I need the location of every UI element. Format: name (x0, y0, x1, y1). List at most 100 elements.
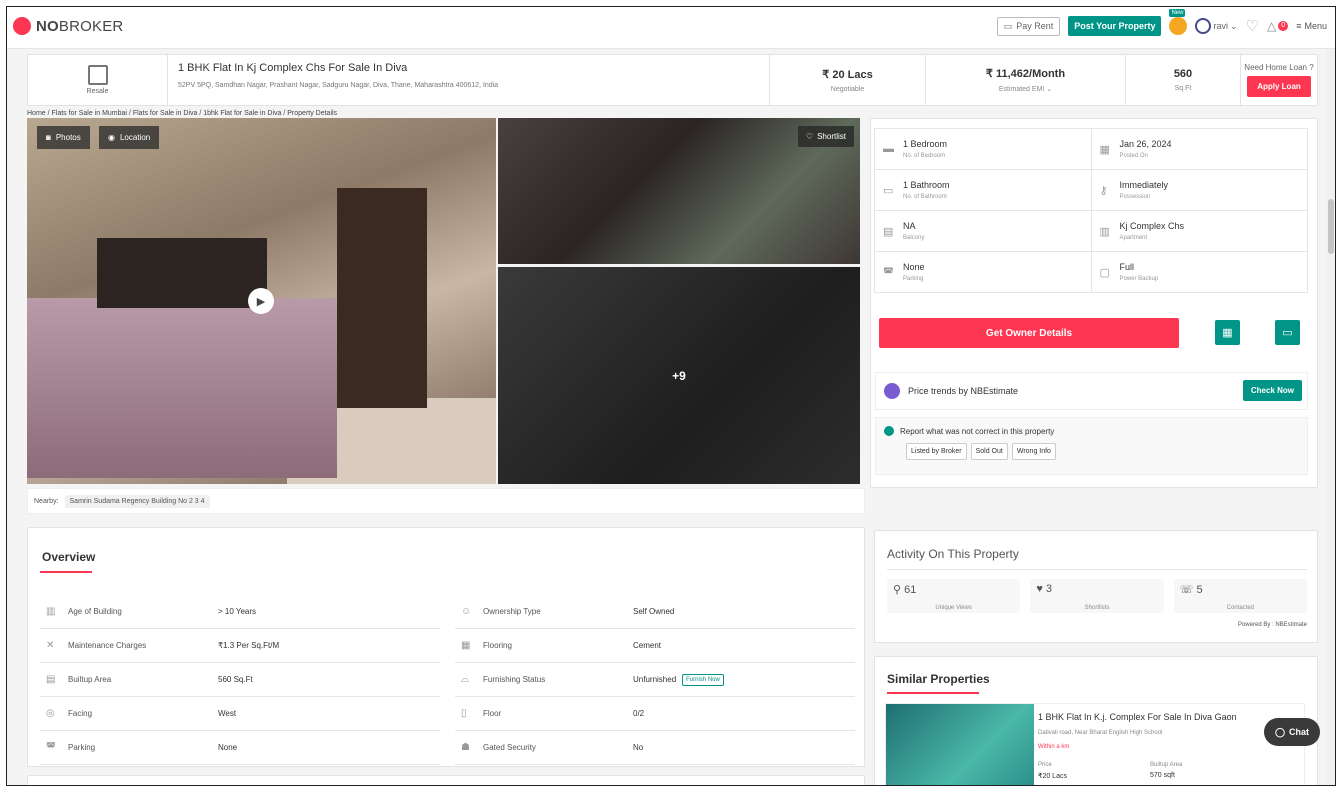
similar-property-price: ₹20 Lacs (1038, 773, 1067, 780)
top-navbar: NOBROKER ▭ Pay Rent Post Your Property Ne… (7, 7, 1335, 49)
more-photos-count: +9 (672, 368, 686, 383)
report-sold-out-button[interactable]: Sold Out (970, 443, 1008, 460)
detail-bedroom: ▬ 1 Bedroom No. of Bedroom (874, 128, 1092, 170)
property-type: Resale (28, 55, 168, 105)
detail-possession: ⚷ Immediately Possession (1090, 169, 1308, 211)
card-icon: ▭ (1003, 20, 1013, 31)
overview-section: Overview ▥ Age of Building > 10 Years ☺ Own… (27, 527, 865, 767)
person-icon: ⚲ (893, 584, 905, 596)
overview-grid: ▥ Age of Building > 10 Years ☺ Ownership Ty… (40, 595, 855, 765)
photos-label: Photos (55, 133, 81, 142)
similar-properties-section: Similar Properties 1 BHK Flat In K.j. Co… (874, 656, 1318, 785)
overview-row: ✕ Maintenance Charges ₹1.3 Per Sq.Ft/M (40, 629, 440, 663)
page-scrollbar[interactable] (1327, 49, 1335, 785)
activity-section: Activity On This Property ⚲ 61 Unique Vie… (874, 530, 1318, 643)
heart-icon[interactable]: ♡ (1246, 17, 1259, 35)
battery-icon: ▢ (1099, 266, 1110, 279)
user-menu[interactable]: ravi ⌄ (1195, 18, 1238, 34)
similar-property-image (886, 704, 1034, 785)
kitchen-photo[interactable]: ♡ Shortlist (498, 118, 860, 264)
similar-property-card[interactable]: 1 BHK Flat In K.j. Complex For Sale In D… (885, 703, 1305, 785)
nav-right: ▭ Pay Rent Post Your Property New ravi ⌄ ♡… (996, 9, 1327, 36)
building-icon: ▥ (1099, 225, 1110, 238)
more-photos[interactable]: +9 (498, 267, 860, 484)
similar-property-area: 570 sqft (1150, 772, 1175, 779)
detail-posted-on: ▦ Jan 26, 2024 Posted On (1090, 128, 1308, 170)
detail-power-backup: ▢ Full Power Backup (1090, 251, 1308, 293)
detail-balcony: ▤ NA Balcony (874, 210, 1092, 252)
chat-label: Chat (1289, 727, 1310, 737)
price-sub: Negotiable (830, 85, 865, 93)
browser-frame: NOBROKER ▭ Pay Rent Post Your Property Ne… (6, 6, 1336, 786)
main-photo[interactable]: ◙ Photos ◉ Location ▶ (27, 118, 496, 484)
overview-row: ▯ Floor 0/2 (455, 697, 855, 731)
price-value: ₹ 20 Lacs (822, 68, 873, 81)
notification-button[interactable]: △ 0 (1266, 19, 1289, 33)
grid-icon: ▦ (461, 640, 471, 651)
notification-count: 0 (1278, 21, 1289, 31)
loan-question: Need Home Loan ? (1244, 63, 1314, 72)
report-listed-by-broker-button[interactable]: Listed by Broker (906, 443, 967, 460)
chat-bubble-icon: ◯ (1274, 726, 1286, 737)
sofa-icon: ⌓ (461, 674, 469, 685)
guard-icon: ☗ (461, 742, 470, 753)
chat-button[interactable]: ◯ Chat (1264, 718, 1320, 746)
photos-button[interactable]: ◙ Photos (37, 126, 90, 149)
property-details-panel: ▬ 1 Bedroom No. of Bedroom ▦ Jan 26, 2024 Po… (870, 118, 1318, 488)
pay-rent-button[interactable]: ▭ Pay Rent (996, 16, 1061, 36)
similar-title: Similar Properties (887, 672, 990, 686)
calendar-icon: ▦ (1099, 143, 1110, 156)
bell-icon: △ (1266, 19, 1277, 33)
logo-rest-text: BROKER (58, 17, 124, 35)
calendar-icon: ▦ (1222, 327, 1233, 339)
price-trends-row: Price trends by NBEstimate Check Now (875, 372, 1308, 410)
next-section-card (27, 775, 865, 785)
menu-label: Menu (1304, 21, 1327, 31)
scroll-thumb[interactable] (1328, 199, 1334, 254)
coin-icon[interactable]: New (1169, 9, 1188, 35)
overview-row: ▤ Builtup Area 560 Sq.Ft (40, 663, 440, 697)
detail-parking: ◚ None Parking (874, 251, 1092, 293)
floor-icon: ▯ (461, 708, 467, 719)
chevron-down-icon: ⌄ (1229, 20, 1238, 31)
breadcrumb[interactable]: Home / Flats for Sale in Mumbai / Flats … (27, 110, 337, 117)
powered-by: Powered By : NBEstimate (1237, 622, 1307, 628)
price-trends-label: Price trends by NBEstimate (908, 386, 1019, 396)
schedule-visit-button[interactable]: ▦ (1215, 320, 1240, 345)
logo-icon (13, 17, 31, 35)
detail-bathroom: ▭ 1 Bathroom No. of Bathroom (874, 169, 1092, 211)
stat-shortlists: ♥ 3 Shortlists (1030, 579, 1164, 613)
details-grid: ▬ 1 Bedroom No. of Bedroom ▦ Jan 26, 2024 Po… (874, 128, 1308, 293)
furnish-now-button[interactable]: Furnish Now (682, 673, 724, 686)
compass-icon: ◉ (108, 133, 115, 142)
avatar-icon (1195, 18, 1212, 34)
menu-button[interactable]: ≡ Menu (1296, 21, 1327, 31)
overview-row: ◎ Facing West (40, 697, 440, 731)
location-label: Location (119, 133, 151, 142)
nearby-bar: Nearby: Samrin Sudama Regency Building N… (27, 488, 865, 514)
message-button[interactable]: ▭ (1275, 320, 1300, 345)
overview-row: ◚ Parking None (40, 731, 440, 765)
area-sub: Sq.Ft (1174, 85, 1192, 92)
play-icon[interactable]: ▶ (248, 288, 274, 314)
new-badge: New (1169, 9, 1186, 17)
nobroker-logo[interactable]: NOBROKER (13, 17, 123, 35)
get-owner-details-button[interactable]: Get Owner Details (879, 318, 1179, 348)
report-options: Listed by Broker Sold Out Wrong Info (906, 443, 1299, 460)
detail-apartment: ▥ Kj Complex Chs Apartment (1090, 210, 1308, 252)
location-button[interactable]: ◉ Location (99, 126, 160, 149)
stat-unique-views: ⚲ 61 Unique Views (887, 579, 1021, 613)
post-property-button[interactable]: Post Your Property (1068, 16, 1162, 36)
nearby-chip[interactable]: Samrin Sudama Regency Building No 2 3 4 (64, 494, 210, 508)
report-wrong-info-button[interactable]: Wrong Info (1011, 443, 1056, 460)
emi-block[interactable]: ₹ 11,462/Month Estimated EMI ⌄ (926, 55, 1126, 105)
shortlist-button[interactable]: ♡ Shortlist (797, 126, 854, 147)
overview-row: ▦ Flooring Cement (455, 629, 855, 663)
area-icon: ▤ (46, 674, 56, 685)
overview-row: ☺ Ownership Type Self Owned (455, 595, 855, 629)
apply-loan-button[interactable]: Apply Loan (1247, 76, 1311, 97)
overview-row: ⌓ Furnishing Status Unfurnished Furnish Now (455, 663, 855, 697)
check-now-button[interactable]: Check Now (1242, 380, 1302, 401)
phone-icon: ☏ (1179, 584, 1197, 596)
hamburger-icon: ≡ (1296, 21, 1302, 31)
